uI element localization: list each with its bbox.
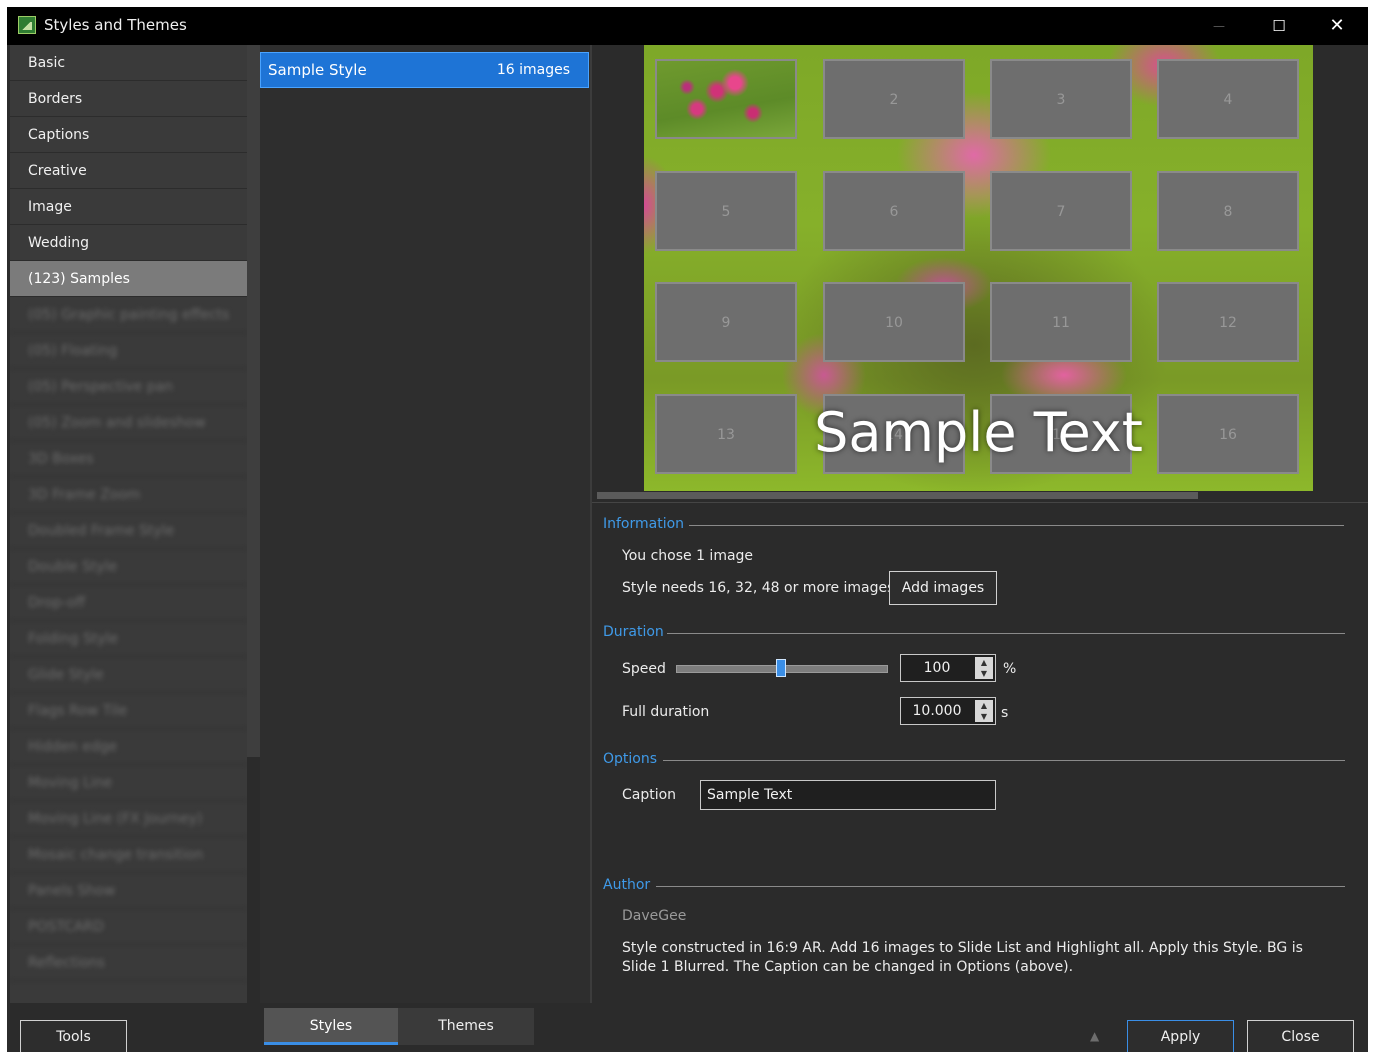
category-item[interactable]: Wedding xyxy=(10,225,247,261)
full-duration-value[interactable]: 10.000 xyxy=(901,703,973,719)
category-item[interactable]: Doubled Frame Style xyxy=(10,513,247,549)
full-duration-spinbox[interactable]: 10.000 ▲ ▼ xyxy=(900,697,996,725)
close-window-button[interactable]: ✕ xyxy=(1317,13,1357,39)
section-options-title: Options xyxy=(603,751,658,767)
window-title: Styles and Themes xyxy=(44,16,187,34)
category-item[interactable]: Glide Style xyxy=(10,657,247,693)
category-item[interactable]: (05) Graphic painting effects xyxy=(10,297,247,333)
app-icon xyxy=(18,16,36,34)
duration-up-icon[interactable]: ▲ xyxy=(975,700,993,711)
apply-button[interactable]: Apply xyxy=(1127,1020,1234,1052)
close-button[interactable]: Close xyxy=(1247,1020,1354,1052)
add-images-button[interactable]: Add images xyxy=(889,571,997,605)
preview-tile: 6 xyxy=(823,171,965,251)
section-author-title: Author xyxy=(603,877,651,893)
section-duration-line xyxy=(667,633,1345,634)
section-information-title: Information xyxy=(603,516,685,532)
speed-spinbox[interactable]: 100 ▲ ▼ xyxy=(900,654,996,682)
speed-spin-buttons[interactable]: ▲ ▼ xyxy=(975,657,993,679)
author-description: Style constructed in 16:9 AR. Add 16 ima… xyxy=(622,940,1303,975)
style-preview: 2 3 4 5 6 7 8 9 10 11 12 13 14 15 16 Sample Text xyxy=(644,45,1313,491)
preview-tile: 9 xyxy=(655,282,797,362)
duration-down-icon[interactable]: ▼ xyxy=(975,711,993,722)
styles-themes-window: Styles and Themes — ☐ ✕ Basic Borders Capt… xyxy=(7,7,1368,1052)
category-item[interactable]: (05) Perspective pan xyxy=(10,369,247,405)
caption-label: Caption xyxy=(622,787,677,803)
preview-tile: 12 xyxy=(1157,282,1299,362)
section-duration-title: Duration xyxy=(603,624,664,640)
tab-styles[interactable]: Styles xyxy=(264,1008,398,1045)
caption-input[interactable]: Sample Text xyxy=(700,780,996,810)
category-scrollbar[interactable] xyxy=(247,45,260,757)
section-options-line xyxy=(663,760,1345,761)
category-item[interactable]: Folding Style xyxy=(10,621,247,657)
collapse-up-icon[interactable]: ▲ xyxy=(1090,1029,1099,1043)
category-item[interactable]: POSTCARD xyxy=(10,909,247,945)
speed-slider-thumb[interactable] xyxy=(776,659,786,677)
category-item[interactable]: Hidden edge xyxy=(10,729,247,765)
speed-up-icon[interactable]: ▲ xyxy=(975,657,993,668)
category-item[interactable]: Moving Line xyxy=(10,765,247,801)
preview-tile: 7 xyxy=(990,171,1132,251)
style-name: Sample Style xyxy=(268,61,367,79)
category-item[interactable]: Drop-off xyxy=(10,585,247,621)
category-item[interactable]: Image xyxy=(10,189,247,225)
category-item[interactable]: Panels Show xyxy=(10,873,247,909)
preview-tile: 3 xyxy=(990,59,1132,139)
section-information-line xyxy=(689,525,1344,526)
full-duration-unit: s xyxy=(1001,705,1009,721)
preview-tile: 10 xyxy=(823,282,965,362)
style-image-count: 16 images xyxy=(496,62,570,78)
preview-caption-text: Sample Text xyxy=(814,401,1143,464)
category-item[interactable]: Creative xyxy=(10,153,247,189)
category-item[interactable]: Double Style xyxy=(10,549,247,585)
full-duration-label: Full duration xyxy=(622,704,710,720)
panel-divider[interactable] xyxy=(590,45,592,1003)
preview-tile: 11 xyxy=(990,282,1132,362)
full-duration-spin-buttons[interactable]: ▲ ▼ xyxy=(975,700,993,722)
title-bar: Styles and Themes — ☐ ✕ xyxy=(7,7,1368,45)
category-item[interactable]: Reflections xyxy=(10,945,247,981)
category-item[interactable]: 3D Boxes xyxy=(10,441,247,477)
minimize-button[interactable]: — xyxy=(1199,13,1239,39)
preview-tile: 2 xyxy=(823,59,965,139)
author-name: DaveGee xyxy=(622,908,687,924)
speed-label: Speed xyxy=(622,661,666,677)
category-item[interactable]: (123) Samples xyxy=(10,261,247,297)
preview-scrollbar-thumb[interactable] xyxy=(597,492,1198,499)
category-item[interactable]: Basic xyxy=(10,45,247,81)
category-item[interactable]: Mosaic change transition xyxy=(10,837,247,873)
tools-button[interactable]: Tools xyxy=(20,1020,127,1052)
preview-tile: 8 xyxy=(1157,171,1299,251)
category-item[interactable]: Moving Line (FX Journey) xyxy=(10,801,247,837)
chosen-images-text: You chose 1 image xyxy=(622,548,754,564)
image-requirement-text: Style needs 16, 32, 48 or more images xyxy=(622,580,895,596)
speed-value[interactable]: 100 xyxy=(901,660,973,676)
maximize-button[interactable]: ☐ xyxy=(1259,13,1299,39)
category-list[interactable]: Basic Borders Captions Creative Image Wedding… xyxy=(10,45,247,1003)
style-list[interactable]: Sample Style 16 images xyxy=(260,45,592,1003)
preview-tile: 4 xyxy=(1157,59,1299,139)
category-item[interactable]: (05) Zoom and slideshow xyxy=(10,405,247,441)
speed-down-icon[interactable]: ▼ xyxy=(975,668,993,679)
category-item[interactable]: Borders xyxy=(10,81,247,117)
preview-divider xyxy=(592,502,1368,503)
section-author-line xyxy=(656,886,1345,887)
category-item[interactable]: 3D Frame Zoom xyxy=(10,477,247,513)
category-item[interactable]: Captions xyxy=(10,117,247,153)
category-item[interactable]: Flags Row Tile xyxy=(10,693,247,729)
preview-tile-photo xyxy=(655,59,797,139)
preview-scrollbar[interactable] xyxy=(597,491,1368,501)
style-item-sample-style[interactable]: Sample Style 16 images xyxy=(260,52,589,88)
speed-unit: % xyxy=(1003,661,1017,677)
preview-tile: 5 xyxy=(655,171,797,251)
tab-themes[interactable]: Themes xyxy=(398,1008,534,1045)
category-item[interactable]: (05) Floating xyxy=(10,333,247,369)
